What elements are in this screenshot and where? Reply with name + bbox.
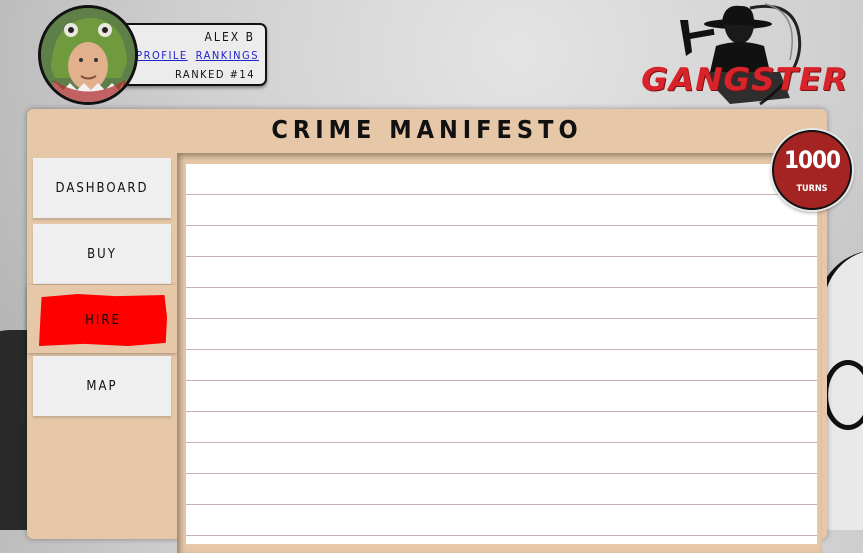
nav-hire[interactable]: HIRE (39, 294, 167, 346)
avatar-photo (41, 8, 135, 102)
turns-label: TURNS (796, 184, 828, 194)
gangster-logo[interactable]: GANGSTER (640, 0, 847, 105)
user-rank: RANKED #14 (175, 68, 255, 81)
avatar[interactable] (38, 5, 138, 105)
turns-value: 1000 (783, 146, 841, 174)
main-panel: CRIME MANIFESTO DASHBOARD BUY HIRE MAP (27, 109, 827, 553)
nav-dashboard[interactable]: DASHBOARD (33, 158, 171, 218)
logo-text: GANGSTER (641, 62, 849, 98)
profile-link[interactable]: PROFILE (136, 49, 188, 62)
nav-map[interactable]: MAP (33, 356, 171, 416)
panel-title: CRIME MANIFESTO (271, 115, 583, 144)
rankings-link[interactable]: RANKINGS (196, 49, 259, 62)
user-name: ALEX B (204, 30, 255, 44)
profile-links: PROFILE RANKINGS (128, 49, 259, 62)
lined-paper-content (186, 164, 817, 544)
nav-buy[interactable]: BUY (33, 224, 171, 284)
turns-badge: 1000 TURNS (772, 130, 852, 210)
